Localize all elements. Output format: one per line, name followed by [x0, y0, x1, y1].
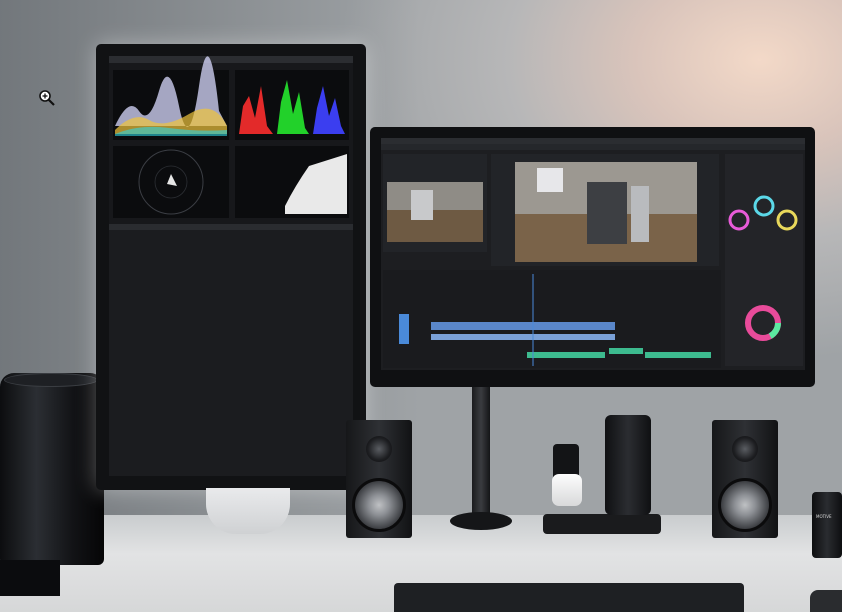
mac-pro-computer	[0, 373, 104, 565]
video-editor-graphic	[381, 138, 805, 368]
mouse	[810, 590, 842, 612]
vertical-monitor-screen	[109, 56, 353, 476]
vertical-monitor-stand	[206, 488, 290, 534]
left-speaker-tweeter	[366, 436, 392, 462]
right-speaker-woofer	[718, 478, 772, 532]
smartphone	[605, 415, 651, 515]
zoom-in-icon[interactable]	[38, 89, 56, 107]
right-speaker-tweeter	[732, 436, 758, 462]
charging-dock	[543, 514, 661, 534]
mac-pro-shadow	[0, 560, 60, 596]
monitor-arm-base	[450, 512, 512, 530]
left-speaker	[346, 420, 412, 538]
horizontal-monitor-screen	[381, 138, 805, 370]
desk-jar	[812, 492, 842, 558]
jar-label: MOTIVE	[816, 514, 832, 519]
airpods-case	[552, 474, 582, 506]
mac-pro-vent	[4, 373, 98, 387]
monitor-arm	[472, 387, 490, 517]
right-speaker	[712, 420, 778, 538]
left-speaker-woofer	[352, 478, 406, 532]
keyboard	[394, 583, 744, 612]
scopes-and-table-graphic	[109, 56, 353, 476]
photo-scene: MOTIVE	[0, 0, 842, 612]
